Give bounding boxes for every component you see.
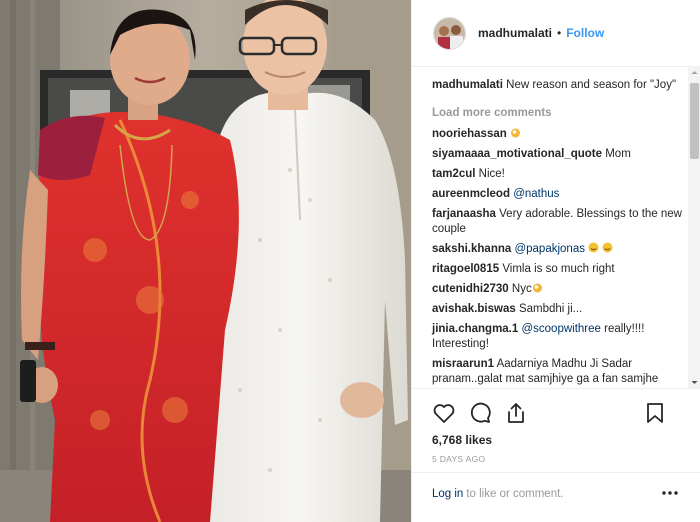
comment-item: siyamaaaa_motivational_quote Mom — [432, 147, 688, 162]
ok-hand-icon — [532, 283, 542, 293]
more-options-icon — [662, 491, 678, 495]
comment-item: jinia.changma.1 @scoopwithree really!!!!… — [432, 322, 688, 352]
header-username[interactable]: madhumalati — [478, 26, 552, 40]
comment-item: aureenmcleod @nathus — [432, 187, 688, 202]
share-icon — [508, 403, 524, 423]
follow-button[interactable]: Follow — [566, 26, 604, 40]
comment-text: Nyc — [511, 283, 532, 295]
load-more-comments-button[interactable]: Load more comments — [432, 107, 688, 119]
comment-username[interactable]: farjanaasha — [432, 208, 496, 220]
caption-username[interactable]: madhumalati — [432, 79, 503, 91]
comment-item: cutenidhi2730 Nyc — [432, 282, 688, 297]
bookmark-icon — [647, 403, 663, 423]
comment-item: tam2cul Nice! — [432, 167, 688, 182]
share-button[interactable] — [504, 401, 528, 425]
comment-item: avishak.biswas Sambdhi ji... — [432, 302, 688, 317]
comments-scrollbar[interactable] — [688, 67, 700, 388]
couple-photo-illustration — [0, 0, 411, 522]
comment-icon — [470, 402, 491, 423]
comment-mention[interactable]: @scoopwithree — [521, 323, 600, 335]
smile-icon — [588, 242, 599, 253]
comment-item: misraarun1 Aadarniya Madhu Ji Sadar pran… — [432, 357, 688, 387]
comment-username[interactable]: sakshi.khanna — [432, 243, 511, 255]
post-side-panel: madhumalati • Follow madhumalati New rea… — [411, 0, 700, 522]
login-link[interactable]: Log in — [432, 488, 463, 500]
comment-mention[interactable]: @papakjonas — [514, 243, 585, 255]
caption-text: New reason and season for "Joy" — [506, 79, 677, 91]
comment-text: Vimla is so much right — [502, 263, 615, 275]
post-header: madhumalati • Follow — [412, 0, 700, 67]
comments-list[interactable]: madhumalati New reason and season for "J… — [412, 67, 688, 388]
save-button[interactable] — [643, 401, 667, 425]
comment-item: sakshi.khanna @papakjonas — [432, 242, 688, 257]
comment-item: nooriehassan — [432, 127, 688, 142]
comment-username[interactable]: aureenmcleod — [432, 188, 510, 200]
comment-username[interactable]: siyamaaaa_motivational_quote — [432, 148, 602, 160]
avatar[interactable] — [433, 16, 466, 50]
more-options-button[interactable] — [661, 487, 679, 499]
login-prompt: Log in to like or comment. — [412, 472, 700, 515]
post-actions: 6,768 likes 5 DAYS AGO — [412, 388, 700, 468]
comment-username[interactable]: ritagoel0815 — [432, 263, 499, 275]
post-caption: madhumalati New reason and season for "J… — [432, 78, 688, 93]
smile-icon — [602, 242, 613, 253]
heart-icon — [433, 404, 455, 423]
post-photo[interactable] — [0, 0, 411, 522]
comment-username[interactable]: nooriehassan — [432, 128, 507, 140]
header-separator: • — [557, 26, 562, 40]
comment-username[interactable]: misraarun1 — [432, 358, 494, 370]
comment-text: Sambdhi ji... — [518, 303, 583, 315]
comment-text: Mom — [605, 148, 631, 160]
like-button[interactable] — [432, 401, 456, 425]
comment-username[interactable]: tam2cul — [432, 168, 475, 180]
ok-hand-icon — [510, 128, 520, 138]
comment-item: farjanaasha Very adorable. Blessings to … — [432, 207, 688, 237]
scrollbar-thumb[interactable] — [690, 83, 699, 159]
post-date[interactable]: 5 DAYS AGO — [432, 454, 700, 464]
comment-username[interactable]: cutenidhi2730 — [432, 283, 509, 295]
likes-count[interactable]: 6,768 likes — [432, 433, 700, 447]
login-prompt-text: to like or comment. — [466, 488, 564, 500]
comment-username[interactable]: jinia.changma.1 — [432, 323, 518, 335]
comment-text: Nice! — [478, 168, 505, 180]
comment-item: ritagoel0815 Vimla is so much right — [432, 262, 688, 277]
comment-mention[interactable]: @nathus — [513, 188, 559, 200]
avatar-image — [434, 17, 465, 49]
comment-button[interactable] — [468, 401, 492, 425]
comment-username[interactable]: avishak.biswas — [432, 303, 516, 315]
scroll-up-icon[interactable] — [688, 67, 700, 78]
scroll-down-icon[interactable] — [688, 377, 700, 388]
